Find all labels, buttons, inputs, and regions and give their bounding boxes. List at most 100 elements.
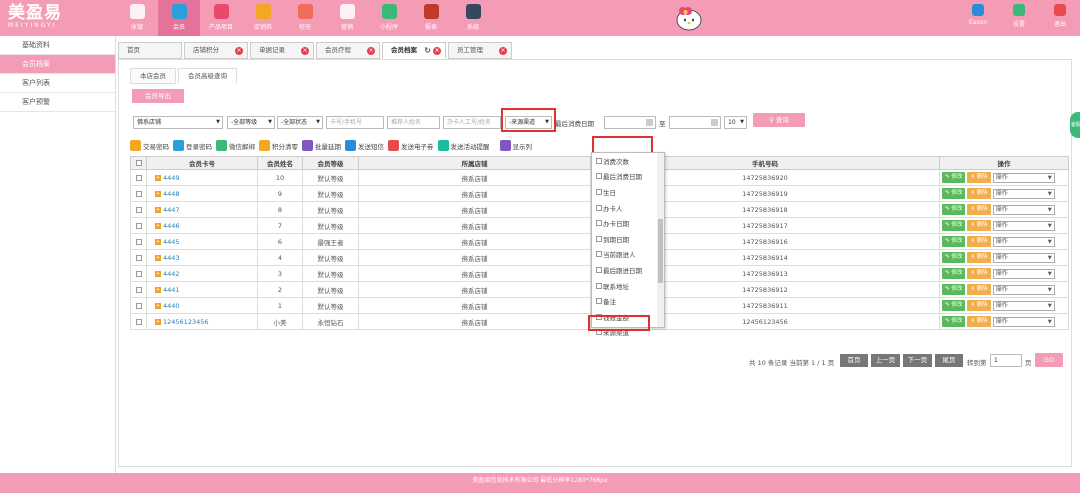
select-all-checkbox[interactable] xyxy=(130,156,147,170)
status-select[interactable]: -全部状态 ▼ xyxy=(277,116,323,129)
expand-icon[interactable]: + xyxy=(155,302,161,309)
quick-action-key[interactable]: 交易密码 xyxy=(130,140,169,151)
tab-4[interactable]: 会员档案 ↻ × xyxy=(382,42,446,59)
edit-button[interactable]: ✎ 修改 xyxy=(942,220,966,231)
quick-action-unlink[interactable]: 微信解绑 xyxy=(216,140,255,151)
row-checkbox[interactable] xyxy=(130,169,147,186)
delete-button[interactable]: ✕ 删除 xyxy=(967,220,991,231)
card-number-link[interactable]: 4445 xyxy=(163,238,180,246)
expand-icon[interactable]: + xyxy=(155,190,161,197)
card-phone-input[interactable]: 卡号/手机号 xyxy=(326,116,384,129)
row-operation-select[interactable]: 操作 ▼ xyxy=(992,204,1055,215)
delete-button[interactable]: ✕ 删除 xyxy=(967,284,991,295)
nav-item-mini-program[interactable]: 小程序 xyxy=(368,0,410,36)
refresh-icon[interactable]: ↻ xyxy=(424,46,431,55)
column-option[interactable]: 最后消费日期 xyxy=(592,169,664,185)
card-number-link[interactable]: 12456123456 xyxy=(163,318,209,326)
last-page-button[interactable]: 尾页 xyxy=(935,354,963,367)
edit-button[interactable]: ✎ 修改 xyxy=(942,188,966,199)
row-operation-select[interactable]: 操作 ▼ xyxy=(992,188,1055,199)
expand-icon[interactable]: + xyxy=(155,206,161,213)
row-operation-select[interactable]: 操作 ▼ xyxy=(992,252,1055,263)
tab-0[interactable]: 首页 xyxy=(118,42,182,59)
topright-logout[interactable]: 退出 xyxy=(1045,4,1075,28)
delete-button[interactable]: ✕ 删除 xyxy=(967,188,991,199)
card-number-link[interactable]: 4441 xyxy=(163,286,180,294)
quick-action-extend[interactable]: 批量延期 xyxy=(302,140,341,151)
card-number-link[interactable]: 4447 xyxy=(163,206,180,214)
subtab-store-members[interactable]: 本店会员 xyxy=(130,68,176,84)
close-icon[interactable]: × xyxy=(367,47,375,55)
column-option[interactable]: 当前跟进人 xyxy=(592,247,664,263)
date-from-input[interactable] xyxy=(604,116,656,129)
nav-item-cash-register[interactable]: 收银 xyxy=(116,0,158,36)
expand-icon[interactable]: + xyxy=(155,254,161,261)
nav-item-coupon[interactable]: 促销券 xyxy=(242,0,284,36)
tab-2[interactable]: 单据记录 × xyxy=(250,42,314,59)
recommender-input[interactable]: 推荐人姓名 xyxy=(387,116,440,129)
expand-icon[interactable]: + xyxy=(155,270,161,277)
sidebar-item[interactable]: 客户列表 xyxy=(0,74,115,93)
card-number-link[interactable]: 4440 xyxy=(163,302,180,310)
delete-button[interactable]: ✕ 删除 xyxy=(967,252,991,263)
nav-item-system[interactable]: 系统 xyxy=(452,0,494,36)
card-number-link[interactable]: 4442 xyxy=(163,270,180,278)
column-option[interactable]: 生日 xyxy=(592,184,664,200)
delete-button[interactable]: ✕ 删除 xyxy=(967,268,991,279)
date-to-input[interactable] xyxy=(669,116,721,129)
row-checkbox[interactable] xyxy=(130,201,147,218)
next-page-button[interactable]: 下一页 xyxy=(903,354,932,367)
nav-item-marketing[interactable]: 营销 xyxy=(326,0,368,36)
row-operation-select[interactable]: 操作 ▼ xyxy=(992,268,1055,279)
staff-input[interactable]: 办卡人工号/姓名 xyxy=(443,116,501,129)
tab-5[interactable]: 员工管理 × xyxy=(448,42,512,59)
sidebar-item[interactable]: 客户预警 xyxy=(0,93,115,112)
card-number-link[interactable]: 4443 xyxy=(163,254,180,262)
customer-service-tab[interactable]: 客服 xyxy=(1070,112,1080,138)
column-option[interactable]: 最后跟进日期 xyxy=(592,262,664,278)
delete-button[interactable]: ✕ 删除 xyxy=(967,300,991,311)
column-option[interactable]: 消费次数 xyxy=(592,153,664,169)
close-icon[interactable]: × xyxy=(433,47,441,55)
edit-button[interactable]: ✎ 修改 xyxy=(942,236,966,247)
edit-button[interactable]: ✎ 修改 xyxy=(942,300,966,311)
delete-button[interactable]: ✕ 删除 xyxy=(967,172,991,183)
column-option[interactable]: 备注 xyxy=(592,293,664,309)
column-option[interactable]: 到期日期 xyxy=(592,231,664,247)
sidebar-item[interactable]: 会员档案 xyxy=(0,55,115,74)
edit-button[interactable]: ✎ 修改 xyxy=(942,268,966,279)
expand-icon[interactable]: + xyxy=(155,222,161,229)
nav-item-product[interactable]: 产品项目 xyxy=(200,0,242,36)
column-option[interactable]: 联系地址 xyxy=(592,278,664,294)
edit-button[interactable]: ✎ 修改 xyxy=(942,316,966,327)
edit-button[interactable]: ✎ 修改 xyxy=(942,284,966,295)
nav-item-member[interactable]: 会员 xyxy=(158,0,200,36)
expand-icon[interactable]: + xyxy=(155,238,161,245)
row-checkbox[interactable] xyxy=(130,217,147,234)
row-checkbox[interactable] xyxy=(130,233,147,250)
level-select[interactable]: -全部等级 ▼ xyxy=(227,116,275,129)
edit-button[interactable]: ✎ 修改 xyxy=(942,172,966,183)
row-operation-select[interactable]: 操作 ▼ xyxy=(992,284,1055,295)
close-icon[interactable]: × xyxy=(301,47,309,55)
subtab-advanced-query[interactable]: 会员高级查询 xyxy=(178,68,237,84)
prev-page-button[interactable]: 上一页 xyxy=(871,354,900,367)
query-button[interactable]: ⚲ 查询 xyxy=(753,113,805,127)
expand-icon[interactable]: + xyxy=(155,174,161,181)
topright-user[interactable]: Eason xyxy=(963,4,993,26)
dropdown-scrollbar[interactable] xyxy=(657,153,664,327)
quick-action-reminder[interactable]: 发送活动提醒 xyxy=(437,140,490,151)
nav-item-recharge[interactable]: 短充 xyxy=(284,0,326,36)
export-members-button[interactable]: 会员导出 xyxy=(132,89,184,103)
goto-page-input[interactable]: 1 xyxy=(990,354,1022,367)
row-checkbox[interactable] xyxy=(130,281,147,298)
expand-icon[interactable]: + xyxy=(155,318,161,325)
row-operation-select[interactable]: 操作 ▼ xyxy=(992,316,1055,327)
scrollbar-thumb[interactable] xyxy=(658,219,663,283)
row-checkbox[interactable] xyxy=(130,249,147,266)
card-number-link[interactable]: 4448 xyxy=(163,190,180,198)
row-checkbox[interactable] xyxy=(130,297,147,314)
tab-3[interactable]: 会员疗程 × xyxy=(316,42,380,59)
quick-action-send-coupon[interactable]: 发送电子券 xyxy=(388,140,434,151)
goto-button[interactable]: GO xyxy=(1035,353,1063,367)
